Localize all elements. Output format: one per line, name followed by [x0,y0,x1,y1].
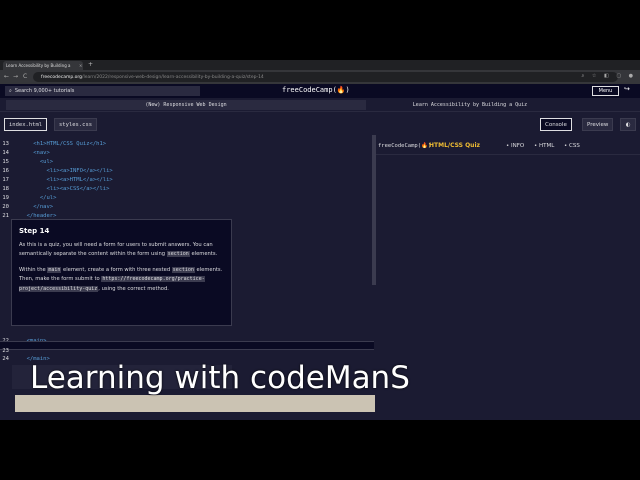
preview-nav-info[interactable]: • INFO [506,143,524,149]
breadcrumb-course[interactable]: (New) Responsive Web Design [6,100,366,110]
breadcrumb: (New) Responsive Web Design Learn Access… [0,98,640,112]
browser-tabstrip: Learn Accessibility by Building a × + [0,60,640,70]
reload-icon[interactable]: C [23,73,27,80]
search-input[interactable]: ⌕ Search 9,000+ tutorials [5,86,200,96]
console-button[interactable]: Console [540,118,572,131]
preview-logo: freeCodeCamp(🔥) [378,143,432,149]
line-number: 24 [2,356,9,362]
back-icon[interactable]: ← [4,73,9,80]
step-paragraph-2: Within the main element, create a form w… [19,266,224,295]
inline-code: main [47,266,62,273]
url-input[interactable]: freecodecamp.org/learn/2022/responsive-w… [33,72,618,82]
code-line[interactable]: 16 <li><a>INFO</a></li> [0,162,374,174]
step-title: Step 14 [19,227,50,235]
tab-index-html[interactable]: index.html [4,118,48,131]
breadcrumb-project[interactable]: Learn Accessibility by Building a Quiz [380,100,560,110]
url-host: freecodecamp.org [41,74,83,80]
inline-code: section [171,266,195,273]
code-line[interactable]: 21 </header> [0,207,374,219]
theme-toggle-icon[interactable]: ◐ [620,118,636,131]
forward-icon[interactable]: → [13,73,18,80]
code-line-current[interactable]: 23 [0,341,374,354]
new-tab-icon[interactable]: + [88,61,93,68]
step-paragraph-1: As this is a quiz, you will need a form … [19,241,224,260]
browser-tab-title: Learn Accessibility by Building a [6,63,71,68]
video-caption: Learning with codeManS [30,360,410,396]
step-instructions: Step 14 As this is a quiz, you will need… [11,219,232,326]
caption-bar [15,395,375,412]
extension-icons[interactable]: ⌕ ☆ ◧ ▢ ● [582,73,636,79]
line-number: 21 [2,213,9,219]
fcc-logo[interactable]: freeCodeCamp(🔥) [282,86,350,94]
tab-styles-css[interactable]: styles.css [54,118,98,131]
tab-close-icon[interactable]: × [79,63,82,68]
preview-nav: • INFO • HTML • CSS [506,143,588,149]
preview-button[interactable]: Preview [582,118,614,131]
preview-nav-css[interactable]: • CSS [564,143,580,149]
search-icon: ⌕ [9,88,12,94]
browser-tab[interactable]: Learn Accessibility by Building a × [3,61,83,70]
code-line[interactable]: 13 <h1>HTML/CSS Quiz</h1> [0,135,374,147]
code-line[interactable]: 17 <li><a>HTML</a></li> [0,171,374,183]
step-text: elements. [191,251,218,257]
editor-tabs: index.html styles.css Console Preview ◐ [0,116,640,134]
code-line[interactable]: 15 <ul> [0,153,374,165]
code-line[interactable]: 24 </main> [0,350,374,362]
code-line[interactable]: 18 <li><a>CSS</a></li> [0,180,374,192]
code-line[interactable]: 14 <nav> [0,144,374,156]
step-text: , using the correct method. [98,285,169,292]
code-line[interactable]: 22 <main> [0,332,374,344]
code-line[interactable]: 19 </ul> [0,189,374,201]
url-path: /learn/2022/responsive-web-design/learn-… [82,74,264,80]
preview-header: freeCodeCamp(🔥) HTML/CSS Quiz • INFO • H… [376,137,640,155]
menu-button[interactable]: Menu [592,86,619,96]
exit-icon[interactable]: ↪ [624,85,630,93]
search-placeholder: Search 9,000+ tutorials [14,88,75,94]
step-text: element, create a form with three nested [63,266,171,273]
preview-pane: freeCodeCamp(🔥) HTML/CSS Quiz • INFO • H… [376,135,640,420]
address-bar-row: ← → C freecodecamp.org/learn/2022/respon… [0,70,640,84]
step-text: Within the [19,266,46,273]
code-line[interactable]: 20 </nav> [0,198,374,210]
preview-title: HTML/CSS Quiz [429,142,480,149]
fcc-navbar: ⌕ Search 9,000+ tutorials freeCodeCamp(🔥)… [0,84,640,98]
inline-code: section [166,251,190,257]
preview-nav-html[interactable]: • HTML [534,143,554,149]
